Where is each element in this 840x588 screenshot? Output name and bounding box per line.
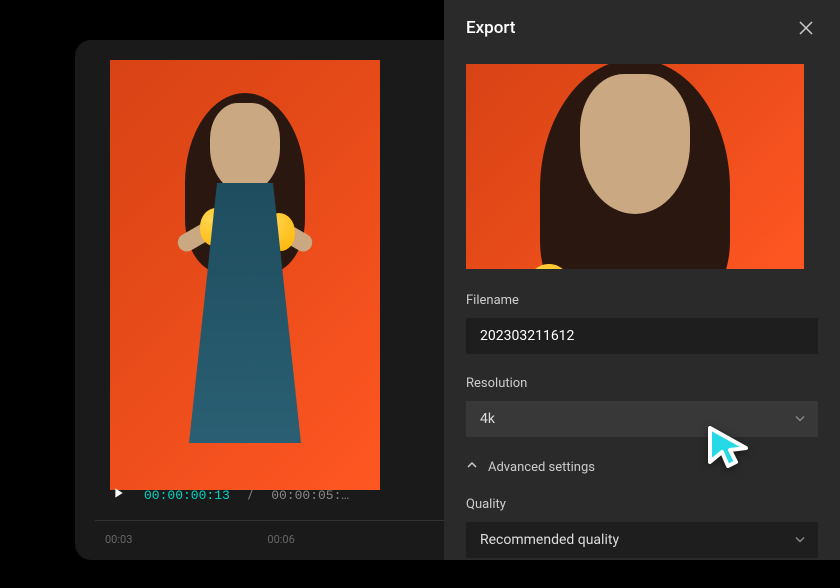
export-thumbnail <box>466 64 804 269</box>
cursor-pointer-icon <box>700 420 760 480</box>
filename-input[interactable] <box>466 318 818 354</box>
chevron-up-icon <box>466 459 478 475</box>
close-button[interactable] <box>794 16 818 40</box>
subject-figure <box>155 103 335 490</box>
advanced-settings-label: Advanced settings <box>488 460 595 475</box>
ruler-mark: 00:03 <box>105 533 132 550</box>
resolution-label: Resolution <box>466 376 818 391</box>
close-icon <box>798 20 814 36</box>
export-panel: Export Filename Resolution 4k <box>444 0 840 560</box>
export-header: Export <box>444 0 840 56</box>
timecode-total: 00:00:05:… <box>271 488 349 503</box>
timecode-current: 00:00:00:13 <box>144 488 230 503</box>
timecode-separator: / <box>248 488 253 503</box>
filename-label: Filename <box>466 293 818 308</box>
advanced-settings-toggle[interactable]: Advanced settings <box>466 459 818 475</box>
play-button[interactable] <box>110 485 126 505</box>
export-title: Export <box>466 18 515 38</box>
resolution-select[interactable]: 4k <box>466 401 818 437</box>
export-form: Filename Resolution 4k Advanced settings… <box>444 56 840 588</box>
quality-select[interactable]: Recommended quality <box>466 522 818 558</box>
preview-canvas <box>110 60 380 490</box>
quality-label: Quality <box>466 497 818 512</box>
ruler-mark: 00:06 <box>267 533 294 550</box>
